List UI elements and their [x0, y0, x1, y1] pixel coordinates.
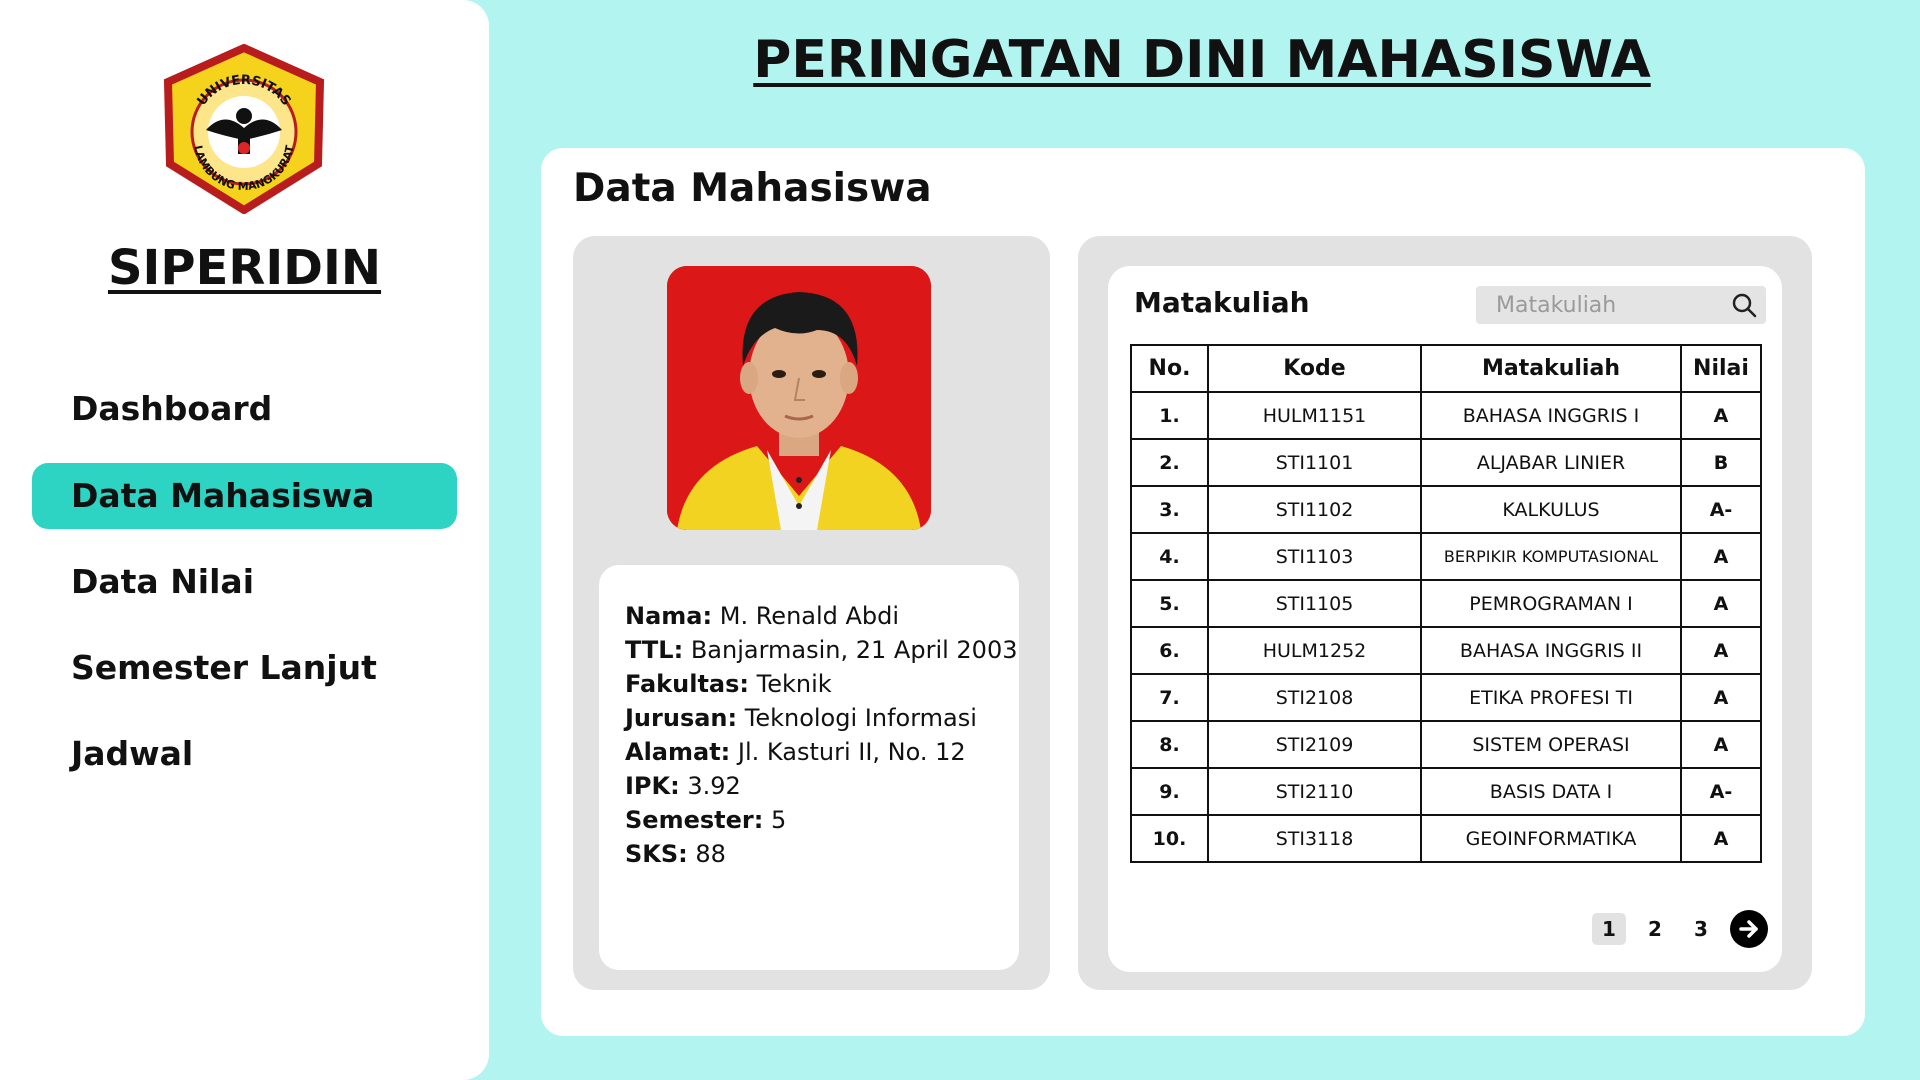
column-header-kode: Kode	[1207, 344, 1422, 393]
table-row[interactable]: 7. STI2108 ETIKA PROFESI TI A	[1130, 673, 1762, 722]
cell-no: 6.	[1130, 626, 1209, 675]
cell-matakuliah: ALJABAR LINIER	[1420, 438, 1682, 487]
profile-panel: Nama: M. Renald Abdi TTL: Banjarmasin, 2…	[573, 236, 1050, 990]
student-info-card: Nama: M. Renald Abdi TTL: Banjarmasin, 2…	[599, 565, 1019, 970]
info-alamat: Alamat: Jl. Kasturi II, No. 12	[625, 738, 966, 766]
section-title: Data Mahasiswa	[573, 166, 932, 211]
cell-nilai: A-	[1680, 485, 1762, 534]
cell-kode: STI1105	[1207, 579, 1422, 628]
sidebar-item-data-nilai[interactable]: Data Nilai	[32, 549, 457, 615]
table-row[interactable]: 2. STI1101 ALJABAR LINIER B	[1130, 438, 1762, 487]
cell-nilai: A	[1680, 532, 1762, 581]
course-card: Matakuliah No. Kode Matakuliah Nil	[1108, 266, 1782, 972]
cell-nilai: A	[1680, 720, 1762, 769]
cell-no: 8.	[1130, 720, 1209, 769]
column-header-no: No.	[1130, 344, 1209, 393]
app-name: SIPERIDIN	[107, 240, 382, 296]
table-row[interactable]: 10. STI3118 GEOINFORMATIKA A	[1130, 814, 1762, 863]
info-ipk: IPK: 3.92	[625, 772, 741, 800]
cell-no: 2.	[1130, 438, 1209, 487]
cell-kode: STI2108	[1207, 673, 1422, 722]
info-fakultas: Fakultas: Teknik	[625, 670, 832, 698]
cell-no: 10.	[1130, 814, 1209, 863]
table-row[interactable]: 5. STI1105 PEMROGRAMAN I A	[1130, 579, 1762, 628]
cell-nilai: A	[1680, 814, 1762, 863]
page-title: PERINGATAN DINI MAHASISWA	[753, 30, 1651, 90]
table-row[interactable]: 1. HULM1151 BAHASA INGGRIS I A	[1130, 391, 1762, 440]
info-ttl: TTL: Banjarmasin, 21 April 2003	[625, 636, 1018, 664]
cell-nilai: A	[1680, 626, 1762, 675]
cell-kode: STI3118	[1207, 814, 1422, 863]
info-jurusan: Jurusan: Teknologi Informasi	[625, 704, 977, 732]
cell-no: 3.	[1130, 485, 1209, 534]
sidebar-item-semester-lanjut[interactable]: Semester Lanjut	[32, 635, 457, 701]
cell-matakuliah: SISTEM OPERASI	[1420, 720, 1682, 769]
pagination: 1 2 3	[1580, 910, 1768, 948]
main-card: Data Mahasiswa Nama: M. Renald Abdi TTL:…	[541, 148, 1865, 1036]
info-nama: Nama: M. Renald Abdi	[625, 602, 900, 630]
cell-matakuliah: ETIKA PROFESI TI	[1420, 673, 1682, 722]
cell-no: 1.	[1130, 391, 1209, 440]
sidebar: UNIVERSITAS LAMBUNG MANGKURAT SIPERIDIN …	[0, 0, 489, 1080]
table-row[interactable]: 9. STI2110 BASIS DATA I A-	[1130, 767, 1762, 816]
page-button-3[interactable]: 3	[1684, 913, 1718, 945]
cell-nilai: A	[1680, 673, 1762, 722]
cell-kode: STI2110	[1207, 767, 1422, 816]
search-box	[1476, 286, 1766, 324]
cell-kode: HULM1252	[1207, 626, 1422, 675]
search-input[interactable]	[1476, 286, 1712, 324]
cell-nilai: A	[1680, 579, 1762, 628]
course-table: No. Kode Matakuliah Nilai 1. HULM1151 BA…	[1130, 344, 1762, 863]
cell-matakuliah: PEMROGRAMAN I	[1420, 579, 1682, 628]
student-info-list: Nama: M. Renald Abdi TTL: Banjarmasin, 2…	[625, 599, 1018, 871]
table-header-row: No. Kode Matakuliah Nilai	[1130, 344, 1762, 393]
cell-matakuliah: KALKULUS	[1420, 485, 1682, 534]
cell-matakuliah: BASIS DATA I	[1420, 767, 1682, 816]
page-button-1[interactable]: 1	[1592, 913, 1626, 945]
sidebar-item-jadwal[interactable]: Jadwal	[32, 721, 457, 787]
sidebar-item-dashboard[interactable]: Dashboard	[32, 376, 457, 442]
info-sks: SKS: 88	[625, 840, 726, 868]
cell-kode: STI1103	[1207, 532, 1422, 581]
page-button-2[interactable]: 2	[1638, 913, 1672, 945]
cell-nilai: B	[1680, 438, 1762, 487]
next-page-button[interactable]	[1730, 910, 1768, 948]
course-title: Matakuliah	[1134, 286, 1310, 319]
course-panel: Matakuliah No. Kode Matakuliah Nil	[1078, 236, 1812, 990]
info-semester: Semester: 5	[625, 806, 787, 834]
sidebar-item-data-mahasiswa[interactable]: Data Mahasiswa	[32, 463, 457, 529]
cell-matakuliah: BAHASA INGGRIS I	[1420, 391, 1682, 440]
cell-nilai: A	[1680, 391, 1762, 440]
table-row[interactable]: 8. STI2109 SISTEM OPERASI A	[1130, 720, 1762, 769]
table-row[interactable]: 6. HULM1252 BAHASA INGGRIS II A	[1130, 626, 1762, 675]
cell-no: 5.	[1130, 579, 1209, 628]
cell-matakuliah: BAHASA INGGRIS II	[1420, 626, 1682, 675]
cell-no: 9.	[1130, 767, 1209, 816]
arrow-right-icon	[1739, 920, 1758, 938]
table-row[interactable]: 4. STI1103 BERPIKIR KOMPUTASIONAL A	[1130, 532, 1762, 581]
cell-kode: STI1101	[1207, 438, 1422, 487]
university-logo: UNIVERSITAS LAMBUNG MANGKURAT	[160, 43, 328, 215]
table-row[interactable]: 3. STI1102 KALKULUS A-	[1130, 485, 1762, 534]
cell-matakuliah: BERPIKIR KOMPUTASIONAL	[1420, 532, 1682, 581]
cell-nilai: A-	[1680, 767, 1762, 816]
student-photo	[667, 266, 931, 530]
cell-matakuliah: GEOINFORMATIKA	[1420, 814, 1682, 863]
search-icon[interactable]	[1730, 291, 1758, 319]
column-header-nilai: Nilai	[1680, 344, 1762, 393]
column-header-matakuliah: Matakuliah	[1420, 344, 1682, 393]
cell-kode: HULM1151	[1207, 391, 1422, 440]
cell-kode: STI1102	[1207, 485, 1422, 534]
cell-kode: STI2109	[1207, 720, 1422, 769]
cell-no: 4.	[1130, 532, 1209, 581]
cell-no: 7.	[1130, 673, 1209, 722]
